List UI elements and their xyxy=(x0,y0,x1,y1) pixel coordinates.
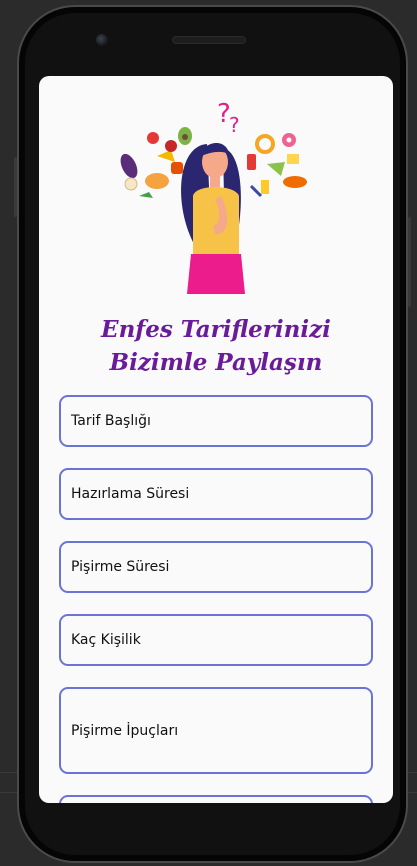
servings-input[interactable]: Kaç Kişilik xyxy=(59,614,373,666)
page-title-line-1: Enfes Tariflerinizi xyxy=(101,316,331,343)
cooking-tips-placeholder: Pişirme İpuçları xyxy=(71,722,179,739)
app-screen: ? ? Enfes Tariflerinizi Bizimle Paylaşın… xyxy=(39,76,393,803)
prep-time-input[interactable]: Hazırlama Süresi xyxy=(59,468,373,520)
cooking-tips-input[interactable]: Pişirme İpuçları xyxy=(59,687,373,774)
prep-time-placeholder: Hazırlama Süresi xyxy=(71,486,190,502)
recipe-title-input[interactable]: Tarif Başlığı xyxy=(59,395,373,447)
woman-thinking-about-food-illustration: ? ? xyxy=(120,99,307,294)
page-title: Enfes Tariflerinizi Bizimle Paylaşın xyxy=(39,313,393,379)
front-camera-icon xyxy=(96,34,108,46)
cook-time-input[interactable]: Pişirme Süresi xyxy=(59,541,373,593)
servings-placeholder: Kaç Kişilik xyxy=(71,632,141,648)
page-title-line-2: Bizimle Paylaşın xyxy=(109,349,323,376)
recipe-title-placeholder: Tarif Başlığı xyxy=(71,413,151,429)
earpiece-speaker xyxy=(172,36,246,44)
power-button xyxy=(408,217,411,307)
cook-time-placeholder: Pişirme Süresi xyxy=(71,559,170,575)
next-input-partial[interactable] xyxy=(59,795,373,803)
svg-text:?: ? xyxy=(229,113,240,137)
volume-button xyxy=(14,157,17,217)
